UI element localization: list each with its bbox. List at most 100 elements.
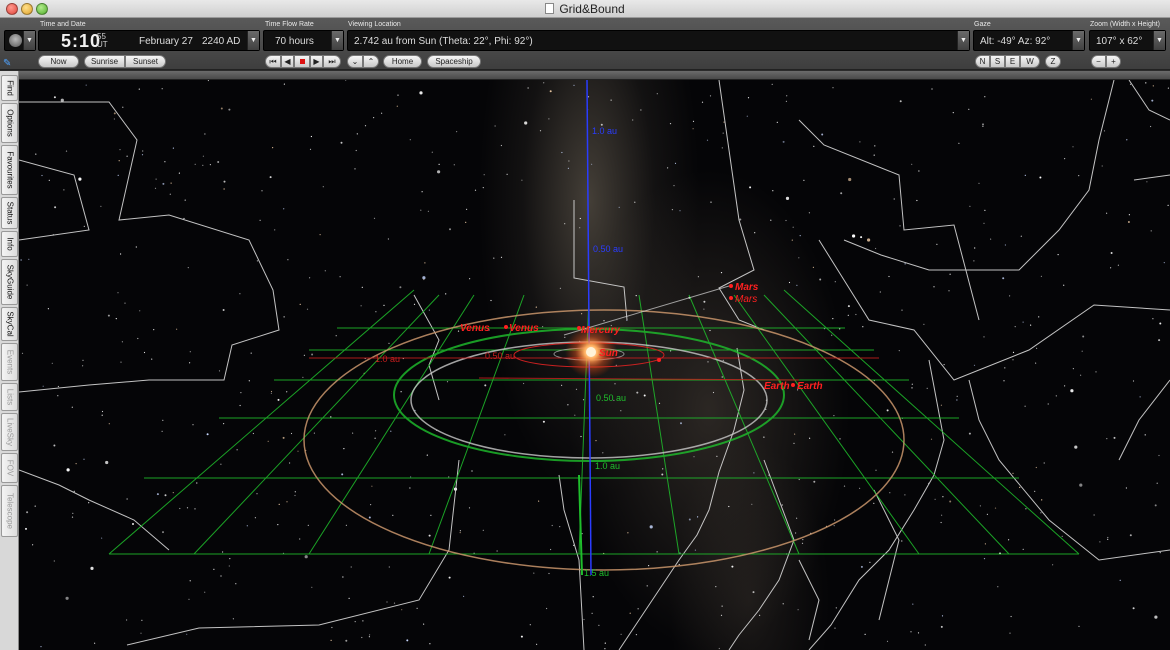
sunset-button[interactable]: Sunset	[125, 55, 166, 68]
star	[860, 236, 863, 239]
zoom-field[interactable]: 107° x 62° ▼	[1089, 30, 1166, 51]
forward-fast-button[interactable]: ⏭	[323, 55, 341, 68]
star	[990, 238, 992, 240]
star	[1159, 322, 1162, 325]
planet-label-venus-2[interactable]: Venus	[509, 323, 539, 334]
star	[240, 392, 242, 394]
settings-menu[interactable]: ▼	[4, 30, 36, 51]
tab-skycal[interactable]: SkyCal	[1, 307, 18, 341]
pencil-icon[interactable]: ✎	[3, 58, 15, 69]
star	[345, 80, 347, 81]
star	[140, 632, 142, 634]
sunrise-button[interactable]: Sunrise	[84, 55, 125, 68]
tab-find[interactable]: Find	[1, 75, 18, 101]
time-date-field[interactable]: 5:10 55 UT February 27 2240 AD ▼	[38, 30, 260, 51]
star	[319, 234, 321, 236]
star	[614, 383, 616, 385]
planet-label-earth-2[interactable]: Earth	[797, 381, 823, 392]
chevron-down-icon[interactable]: ▼	[1153, 31, 1165, 50]
star	[25, 527, 27, 530]
location-down-button[interactable]: ⌄	[347, 55, 363, 68]
planet-label-mars-2[interactable]: Mars	[735, 294, 757, 305]
now-button[interactable]: Now	[38, 55, 79, 68]
chevron-down-icon[interactable]: ▼	[247, 31, 259, 50]
sky-canvas[interactable]: Venus Venus Mercury Sun Mars Mars Earth …	[19, 80, 1170, 650]
viewing-location-field[interactable]: 2.742 au from Sun (Theta: 22°, Phi: 92°)…	[347, 30, 970, 51]
gaze-west-button[interactable]: W	[1020, 55, 1040, 68]
tab-livesky[interactable]: LiveSky	[1, 413, 18, 451]
star	[465, 221, 467, 223]
chevron-down-icon[interactable]: ▼	[1072, 31, 1084, 50]
tab-events[interactable]: Events	[1, 343, 18, 381]
tab-label: Find	[5, 80, 14, 96]
tab-favourites[interactable]: Favourites	[1, 145, 18, 195]
chevron-down-icon[interactable]: ▼	[957, 31, 969, 50]
tab-fov[interactable]: FOV	[1, 453, 18, 483]
time-flow-field[interactable]: 70 hours ▼	[263, 30, 344, 51]
star	[1020, 235, 1022, 237]
sky-view[interactable]: Venus Venus Mercury Sun Mars Mars Earth …	[19, 80, 1170, 650]
star	[891, 451, 894, 453]
planet-label-venus[interactable]: Venus	[460, 323, 490, 334]
star	[35, 153, 37, 155]
star	[983, 222, 985, 224]
tab-info[interactable]: Info	[1, 231, 18, 257]
gaze-field[interactable]: Alt: -49° Az: 92° ▼	[973, 30, 1085, 51]
star	[483, 174, 485, 176]
star	[259, 219, 261, 221]
rewind-fast-button[interactable]: ⏮	[265, 55, 281, 68]
planet-label-mars[interactable]: Mars	[735, 282, 759, 293]
tab-skyguide[interactable]: SkyGuide	[1, 259, 18, 305]
star	[141, 154, 144, 156]
stop-button[interactable]	[294, 55, 310, 68]
zoom-in-button[interactable]: +	[1106, 55, 1121, 68]
star	[793, 442, 795, 444]
tab-options[interactable]: Options	[1, 103, 18, 143]
spaceship-button[interactable]: Spaceship	[427, 55, 481, 68]
play-button[interactable]: ▶	[310, 55, 323, 68]
star	[431, 151, 433, 153]
star	[1150, 230, 1152, 232]
star	[1156, 482, 1158, 484]
star	[888, 275, 890, 278]
star	[1079, 483, 1083, 487]
tab-label: LiveSky	[5, 417, 14, 447]
chevron-down-icon[interactable]: ▼	[331, 31, 343, 50]
star	[287, 259, 289, 261]
sun-disc[interactable]	[586, 347, 596, 357]
star	[162, 531, 164, 534]
planet-label-earth[interactable]: Earth	[764, 381, 790, 392]
home-button[interactable]: Home	[383, 55, 422, 68]
gaze-north-button[interactable]: N	[975, 55, 990, 68]
star	[369, 634, 371, 636]
star	[911, 387, 913, 389]
star	[239, 293, 241, 295]
planet-label-sun[interactable]: Sun	[599, 348, 618, 359]
zoom-out-button[interactable]: −	[1091, 55, 1106, 68]
step-back-button[interactable]: ◀	[281, 55, 294, 68]
star	[178, 172, 180, 174]
star	[105, 460, 109, 465]
gaze-zenith-button[interactable]: Z	[1045, 55, 1061, 68]
star	[869, 561, 871, 563]
star	[926, 387, 928, 389]
star	[982, 123, 984, 126]
star	[1127, 221, 1130, 223]
location-up-button[interactable]: ⌃	[363, 55, 379, 68]
tab-telescope[interactable]: Telescope	[1, 485, 18, 537]
star	[456, 131, 458, 133]
tab-lists[interactable]: Lists	[1, 383, 18, 411]
star	[261, 190, 263, 192]
star	[218, 370, 221, 372]
star	[632, 119, 634, 121]
star	[299, 538, 301, 540]
gaze-east-button[interactable]: E	[1005, 55, 1020, 68]
tab-status[interactable]: Status	[1, 197, 18, 229]
star	[582, 399, 585, 401]
gaze-south-button[interactable]: S	[990, 55, 1005, 68]
star	[983, 558, 986, 560]
planet-label-mercury[interactable]: Mercury	[581, 325, 620, 336]
star	[396, 105, 398, 107]
star	[494, 125, 496, 127]
star	[941, 615, 944, 617]
